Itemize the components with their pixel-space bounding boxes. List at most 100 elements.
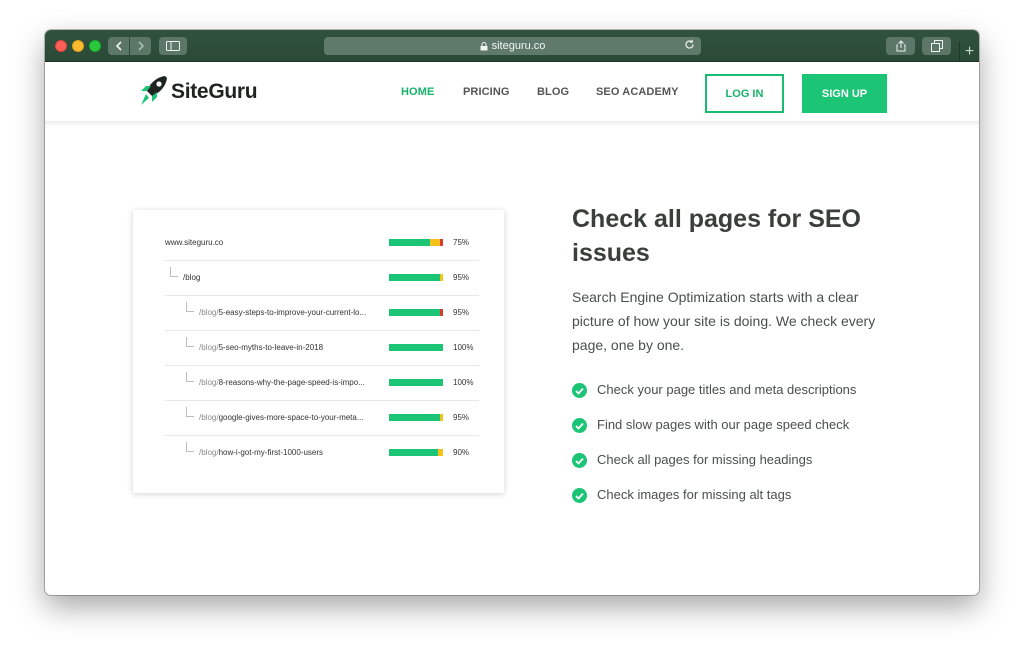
- sidebar-toggle-button[interactable]: [159, 37, 187, 55]
- page-url-prefix: /blog/: [199, 378, 219, 387]
- score-bar: [389, 379, 443, 386]
- section-lead-paragraph: Search Engine Optimization starts with a…: [572, 289, 876, 353]
- score-bar: [389, 449, 443, 456]
- new-tab-button[interactable]: +: [959, 42, 979, 62]
- page-row[interactable]: /blog/how-i-got-my-first-1000-users 90%: [165, 436, 479, 471]
- score-percent: 90%: [453, 448, 470, 457]
- login-button[interactable]: LOG IN: [705, 74, 784, 113]
- sidebar-icon: [166, 41, 180, 51]
- score-bar: [389, 309, 443, 316]
- score-percent: 95%: [453, 308, 470, 317]
- feature-item: Find slow pages with our page speed chec…: [572, 417, 932, 452]
- score-bar-good: [389, 414, 441, 421]
- site-header: SiteGuru HOME PRICING BLOG SEO ACADEMY L…: [45, 62, 979, 122]
- tree-branch-icon: [170, 267, 178, 277]
- page-url-path: www.siteguru.co: [165, 238, 224, 247]
- feature-text: Find slow pages with our page speed chec…: [597, 417, 850, 432]
- browser-titlebar: siteguru.co +: [45, 30, 979, 62]
- address-bar-url: siteguru.co: [491, 40, 546, 52]
- score-bar-good: [389, 239, 430, 246]
- score-percent: 75%: [453, 238, 470, 247]
- share-icon: [896, 40, 905, 52]
- score-bar: [389, 274, 443, 281]
- nav-pricing-link[interactable]: PRICING: [463, 86, 510, 98]
- page-url-prefix: /blog/: [199, 343, 219, 352]
- tab-overview-button[interactable]: [922, 37, 951, 55]
- page-url: /blog/8-reasons-why-the-page-speed-is-im…: [199, 378, 365, 387]
- lock-icon: [480, 41, 488, 50]
- chevron-left-icon: [115, 41, 122, 51]
- page-row[interactable]: www.siteguru.co 75%: [165, 226, 479, 261]
- score-bar: [389, 414, 443, 421]
- score-bar: [389, 239, 443, 246]
- forward-button[interactable]: [130, 37, 151, 55]
- score-bar: [389, 344, 443, 351]
- page-url: /blog/how-i-got-my-first-1000-users: [199, 448, 323, 457]
- check-circle-icon: [572, 488, 587, 503]
- score-bar-good: [389, 449, 438, 456]
- browser-window: siteguru.co + SiteGuru HOME PRICING BLOG: [45, 30, 979, 595]
- page-row[interactable]: /blog 95%: [165, 261, 479, 296]
- tree-branch-icon: [186, 337, 194, 347]
- reload-icon[interactable]: [684, 39, 695, 50]
- nav-seo-academy-link[interactable]: SEO ACADEMY: [596, 86, 679, 98]
- back-button[interactable]: [108, 37, 129, 55]
- site-logo[interactable]: SiteGuru: [137, 74, 258, 110]
- score-percent: 100%: [453, 343, 474, 352]
- page-url: www.siteguru.co: [165, 238, 223, 247]
- page-url-path: how-i-got-my-first-1000-users: [218, 448, 324, 457]
- check-circle-icon: [572, 383, 587, 398]
- score-bar-warning: [440, 274, 443, 281]
- feature-text: Check your page titles and meta descript…: [597, 382, 857, 397]
- minimize-window-button[interactable]: [72, 40, 84, 52]
- plus-icon: +: [964, 43, 975, 60]
- score-bar-error: [440, 309, 443, 316]
- zoom-window-button[interactable]: [89, 40, 101, 52]
- page-url: /blog/5-seo-myths-to-leave-in-2018: [199, 343, 323, 352]
- address-bar[interactable]: siteguru.co: [324, 37, 701, 55]
- feature-text: Check images for missing alt tags: [597, 487, 792, 502]
- logo-text: SiteGuru: [171, 80, 258, 103]
- page-url-path: 8-reasons-why-the-page-speed-is-impo...: [218, 378, 365, 387]
- page-url-path: /blog: [183, 273, 201, 282]
- score-percent: 100%: [453, 378, 474, 387]
- page-url: /blog: [183, 273, 200, 282]
- tabs-icon: [930, 40, 943, 52]
- signup-button[interactable]: SIGN UP: [802, 74, 887, 113]
- page-url-prefix: /blog/: [199, 448, 219, 457]
- page-url: /blog/5-easy-steps-to-improve-your-curre…: [199, 308, 366, 317]
- score-bar-error: [440, 239, 443, 246]
- tree-branch-icon: [186, 442, 194, 452]
- close-window-button[interactable]: [55, 40, 67, 52]
- tree-branch-icon: [186, 372, 194, 382]
- check-circle-icon: [572, 453, 587, 468]
- score-bar-warning: [440, 414, 443, 421]
- tree-branch-icon: [186, 302, 194, 312]
- score-bar-warning: [429, 239, 441, 246]
- page-row[interactable]: /blog/5-easy-steps-to-improve-your-curre…: [165, 296, 479, 331]
- section-headline: Check all pages for SEO issues: [572, 205, 861, 267]
- score-bar-warning: [437, 449, 443, 456]
- page-row[interactable]: /blog/google-gives-more-space-to-your-me…: [165, 401, 479, 436]
- page-url-prefix: /blog/: [199, 413, 219, 422]
- score-bar-good: [389, 344, 443, 351]
- page-url-path: google-gives-more-space-to-your-meta...: [218, 413, 364, 422]
- page-row[interactable]: /blog/8-reasons-why-the-page-speed-is-im…: [165, 366, 479, 401]
- score-bar-good: [389, 379, 443, 386]
- chevron-right-icon: [137, 41, 144, 51]
- page-row[interactable]: /blog/5-seo-myths-to-leave-in-2018 100%: [165, 331, 479, 366]
- page-scores-card: www.siteguru.co 75% /blog 95% /blog/5-easy-s…: [133, 210, 504, 493]
- score-percent: 95%: [453, 273, 470, 282]
- feature-text: Check all pages for missing headings: [597, 452, 813, 467]
- check-circle-icon: [572, 418, 587, 433]
- feature-item: Check images for missing alt tags: [572, 487, 932, 522]
- page-url-path: 5-seo-myths-to-leave-in-2018: [218, 343, 324, 352]
- page-url-prefix: /blog/: [199, 308, 219, 317]
- page-url-path: 5-easy-steps-to-improve-your-current-lo.…: [218, 308, 367, 317]
- nav-home-link[interactable]: HOME: [401, 86, 434, 98]
- nav-blog-link[interactable]: BLOG: [537, 86, 569, 98]
- share-button[interactable]: [886, 37, 915, 55]
- score-bar-good: [389, 274, 441, 281]
- rocket-logo-icon: [141, 76, 167, 105]
- feature-item: Check all pages for missing headings: [572, 452, 932, 487]
